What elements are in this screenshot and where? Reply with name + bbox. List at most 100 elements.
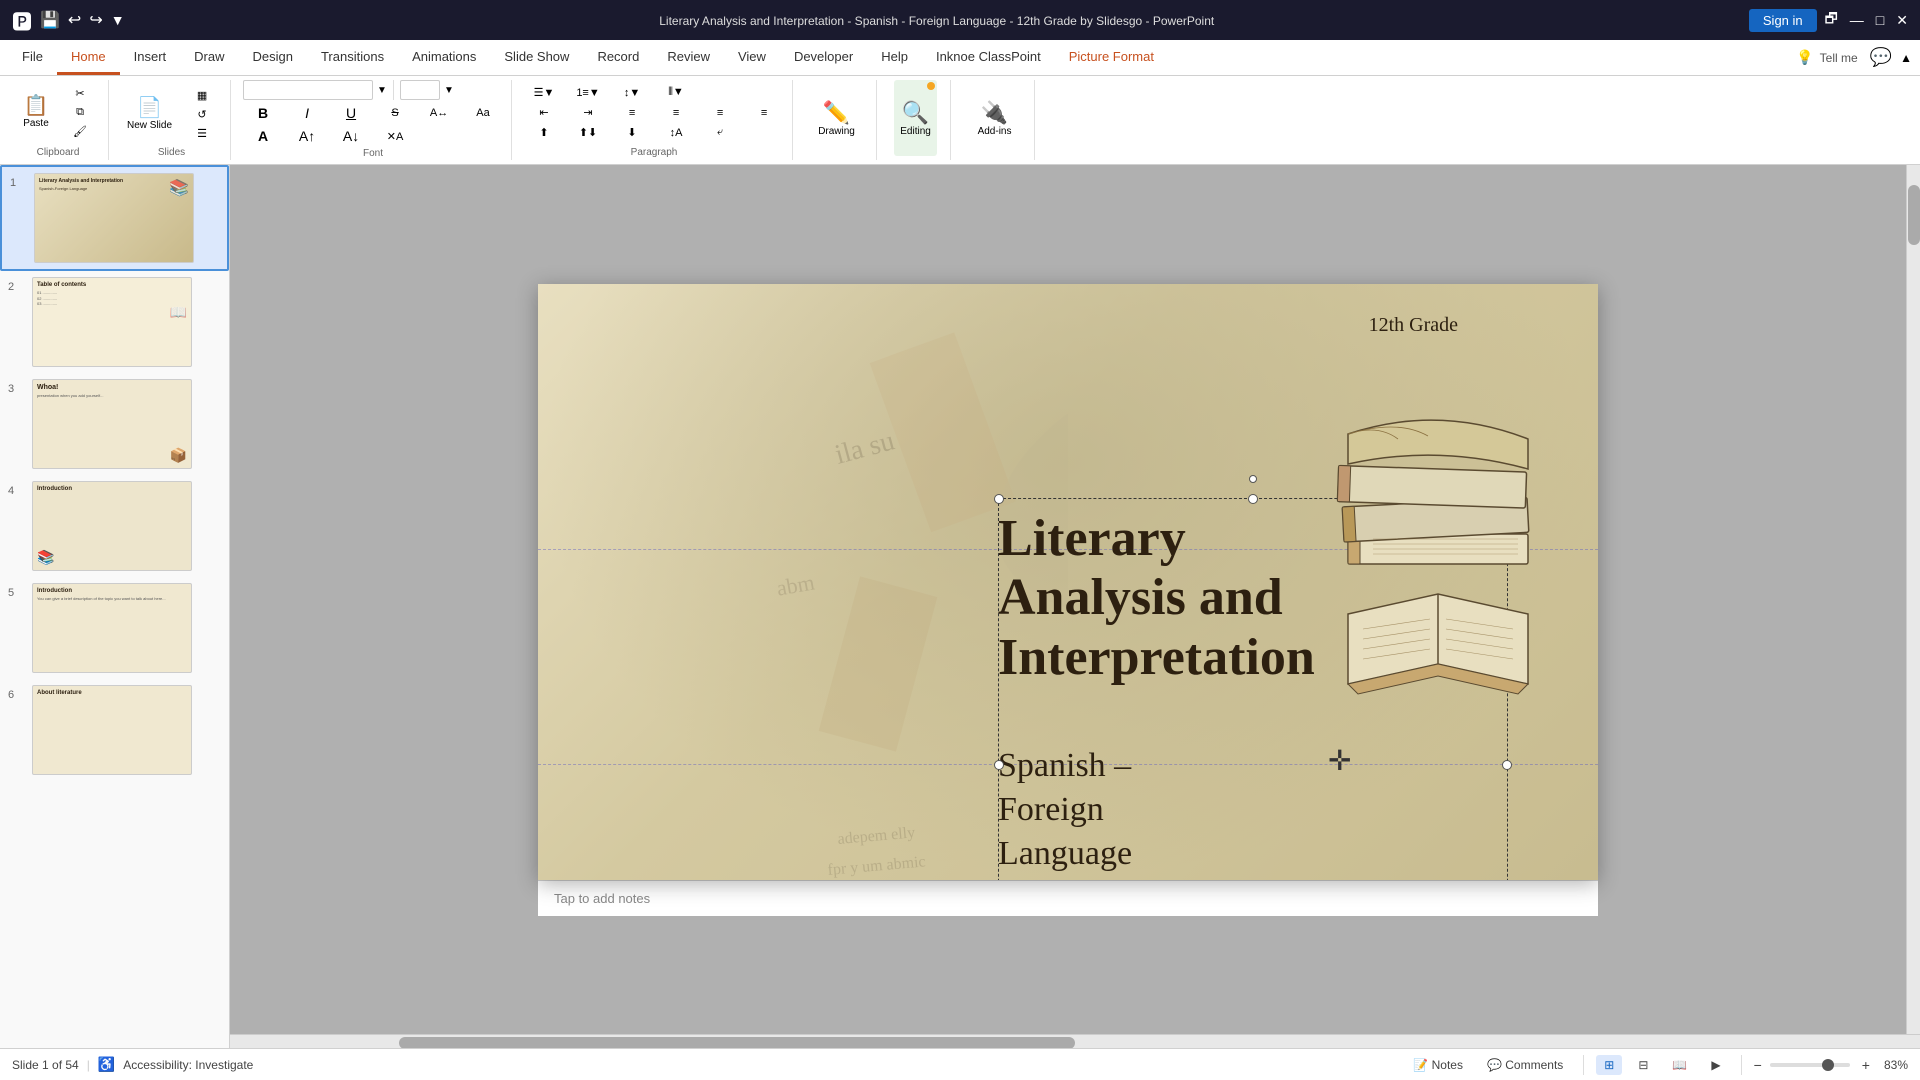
strikethrough-button[interactable]: S [375, 105, 415, 121]
addins-label: Add-ins [978, 126, 1012, 137]
tap-notes-bar[interactable]: Tap to add notes [538, 880, 1598, 916]
bold-button[interactable]: B [243, 103, 283, 123]
new-slide-button[interactable]: 📄 New Slide [121, 80, 178, 145]
reset-button[interactable]: ↺ [182, 106, 222, 123]
zoom-out-icon[interactable]: − [1754, 1057, 1762, 1073]
align-top-button[interactable]: ⬆ [524, 124, 564, 141]
collapse-ribbon-icon[interactable]: ▲ [1900, 51, 1912, 65]
canvas-area[interactable]: ila su abm adepem elly fpr y um abmic 12… [230, 165, 1906, 1034]
vertical-scrollbar[interactable] [1906, 165, 1920, 1034]
close-icon[interactable]: ✕ [1896, 12, 1908, 29]
reading-view-button[interactable]: 📖 [1664, 1055, 1695, 1075]
horizontal-scrollbar[interactable] [230, 1034, 1920, 1048]
underline-button[interactable]: U [331, 103, 371, 123]
slide-sorter-button[interactable]: ⊟ [1630, 1055, 1656, 1075]
addins-button[interactable]: 🔌 Add-ins [972, 80, 1018, 156]
tab-design[interactable]: Design [239, 40, 307, 75]
slide-item-4[interactable]: 4 Introduction 📚 [0, 475, 229, 577]
rotation-handle[interactable] [1249, 475, 1257, 483]
font-size-input[interactable]: 29 [400, 80, 440, 100]
canvas-main: ila su abm adepem elly fpr y um abmic 12… [230, 165, 1920, 1034]
columns-button[interactable]: ⫴▼ [656, 84, 696, 101]
tab-animations[interactable]: Animations [398, 40, 490, 75]
align-center-button[interactable]: ≡ [656, 105, 696, 121]
horizontal-scroll-thumb[interactable] [399, 1037, 1075, 1048]
font-case-button[interactable]: Aa [463, 105, 503, 121]
comments-icon[interactable]: 💬 [1870, 47, 1892, 68]
tab-view[interactable]: View [724, 40, 780, 75]
tell-me-label[interactable]: Tell me [1820, 51, 1858, 65]
font-family-input[interactable] [243, 80, 373, 100]
tab-draw[interactable]: Draw [180, 40, 238, 75]
tab-file[interactable]: File [8, 40, 57, 75]
cut-button[interactable]: ✂ [60, 85, 100, 102]
maximize-icon[interactable]: □ [1876, 12, 1884, 28]
restore-icon[interactable]: 🗗 [1825, 8, 1838, 32]
notes-button[interactable]: 📝 Notes [1405, 1055, 1471, 1075]
undo-icon[interactable]: ↩ [68, 10, 81, 30]
text-direction-button[interactable]: ↕A [656, 125, 696, 141]
tab-pictureformat[interactable]: Picture Format [1055, 40, 1168, 75]
tab-transitions[interactable]: Transitions [307, 40, 398, 75]
accessibility-label[interactable]: Accessibility: Investigate [123, 1058, 253, 1072]
normal-view-button[interactable]: ⊞ [1596, 1055, 1622, 1075]
slide-item-1[interactable]: 1 Literary Analysis and Interpretation S… [0, 165, 229, 271]
drawing-button[interactable]: ✏️ Drawing [812, 80, 861, 156]
line-spacing-button[interactable]: ↕▼ [612, 85, 652, 101]
italic-button[interactable]: I [287, 103, 327, 123]
redo-icon[interactable]: ↪ [89, 10, 102, 30]
tab-review[interactable]: Review [653, 40, 724, 75]
char-spacing-button[interactable]: A↔ [419, 105, 459, 121]
slide-item-3[interactable]: 3 Whoa! presentation when you add yourse… [0, 373, 229, 475]
minimize-icon[interactable]: — [1850, 12, 1864, 28]
font-size-decrease-button[interactable]: A↓ [331, 126, 371, 146]
increase-indent-button[interactable]: ⇥ [568, 104, 608, 121]
comments-button[interactable]: 💬 Comments [1479, 1055, 1571, 1075]
slideshow-button[interactable]: ▶ [1703, 1055, 1728, 1075]
slide-canvas[interactable]: ila su abm adepem elly fpr y um abmic 12… [538, 284, 1598, 880]
addins-buttons: 🔌 Add-ins [972, 80, 1018, 156]
copy-button[interactable]: ⧉ [60, 104, 100, 121]
align-right-button[interactable]: ≡ [700, 105, 740, 121]
slide-item-2[interactable]: 2 Table of contents 01 .............02 .… [0, 271, 229, 373]
zoom-slider[interactable] [1770, 1063, 1850, 1067]
bullets-button[interactable]: ☰▼ [524, 84, 564, 101]
smartart-button[interactable]: ⤶ [700, 124, 740, 141]
section-button[interactable]: ☰ [182, 125, 222, 142]
clear-format-button[interactable]: ✕A [375, 128, 415, 145]
paste-button[interactable]: 📋 Paste [16, 80, 56, 145]
align-left-button[interactable]: ≡ [612, 105, 652, 121]
tab-insert[interactable]: Insert [120, 40, 181, 75]
tab-classpoint[interactable]: Inknoe ClassPoint [922, 40, 1055, 75]
align-bottom-button[interactable]: ⬇ [612, 124, 652, 141]
tab-developer[interactable]: Developer [780, 40, 867, 75]
decrease-indent-button[interactable]: ⇤ [524, 104, 564, 121]
layout-button[interactable]: ▦ [182, 87, 222, 104]
tab-help[interactable]: Help [867, 40, 922, 75]
font-chevron-icon[interactable]: ▼ [377, 85, 387, 96]
size-chevron-icon[interactable]: ▼ [444, 85, 454, 96]
slide-item-6[interactable]: 6 About literature [0, 679, 229, 781]
handle-mid-left[interactable] [994, 760, 1004, 770]
format-painter-button[interactable]: 🖌 [60, 123, 100, 140]
tab-slideshow[interactable]: Slide Show [490, 40, 583, 75]
editing-button[interactable]: 🔍 Editing [894, 80, 937, 156]
zoom-percent-label[interactable]: 83% [1884, 1058, 1908, 1072]
slide-thumb-3: Whoa! presentation when you add yourself… [32, 379, 192, 469]
more-icon[interactable]: ▼ [111, 12, 125, 28]
slide-item-5[interactable]: 5 Introduction You can give a brief desc… [0, 577, 229, 679]
justify-button[interactable]: ≡ [744, 105, 784, 121]
handle-mid-right[interactable] [1502, 760, 1512, 770]
align-middle-button[interactable]: ⬆⬇ [568, 124, 608, 141]
vertical-scroll-thumb[interactable] [1908, 185, 1920, 245]
save-icon[interactable]: 💾 [40, 10, 60, 30]
numbering-button[interactable]: 1≡▼ [568, 85, 608, 101]
handle-top-center[interactable] [1248, 494, 1258, 504]
tab-record[interactable]: Record [583, 40, 653, 75]
font-size-increase-button[interactable]: A↑ [287, 126, 327, 146]
zoom-in-icon[interactable]: + [1862, 1057, 1870, 1073]
handle-top-left[interactable] [994, 494, 1004, 504]
font-color-button[interactable]: A [243, 126, 283, 146]
sign-in-button[interactable]: Sign in [1749, 9, 1817, 32]
tab-home[interactable]: Home [57, 40, 120, 75]
